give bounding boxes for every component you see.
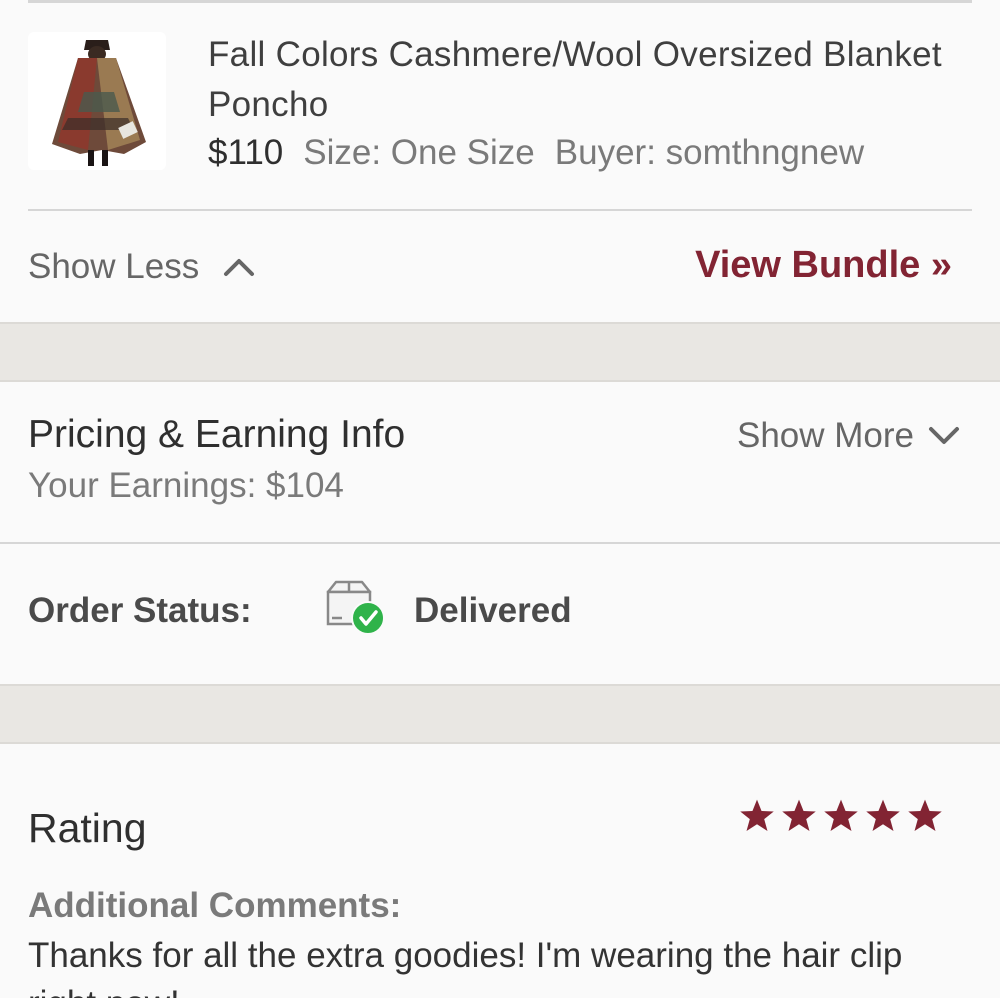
section-separator <box>0 322 1000 382</box>
item-thumbnail[interactable] <box>28 32 166 170</box>
show-more-label: Show More <box>736 416 914 455</box>
pricing-section-title: Pricing & Earning Info <box>28 413 406 456</box>
additional-comments-text: Thanks for all the extra goodies! I'm we… <box>28 936 903 998</box>
item-size: Size: One Size <box>303 133 535 172</box>
pricing-show-more-button[interactable]: Show More <box>737 410 960 462</box>
item-buyer: Buyer: somthngnew <box>554 133 865 172</box>
star-icon <box>908 799 942 832</box>
additional-comments-label: Additional Comments: <box>28 886 402 925</box>
item-price: $110 <box>208 133 284 172</box>
star-icon <box>824 799 858 832</box>
rating-label: Rating <box>28 805 147 851</box>
star-icon <box>866 799 900 832</box>
view-bundle-link[interactable]: View Bundle » <box>695 238 952 292</box>
star-icon <box>782 799 816 832</box>
section-separator <box>0 684 1000 744</box>
poncho-product-photo <box>28 32 166 170</box>
order-status-value: Delivered <box>414 591 572 630</box>
divider <box>0 542 1000 544</box>
bundle-item[interactable]: Fall Colors Cashmere/Wool Oversized Blan… <box>0 0 1000 210</box>
order-details-page: Fall Colors Cashmere/Wool Oversized Blan… <box>0 0 1000 998</box>
chevron-up-icon <box>224 259 255 276</box>
star-icon <box>740 799 774 832</box>
your-earnings: Your Earnings: $104 <box>28 466 344 505</box>
package-delivered-icon <box>326 580 385 635</box>
order-status-label: Order Status: <box>28 591 252 630</box>
item-title[interactable]: Fall Colors Cashmere/Wool Oversized Blan… <box>208 30 968 130</box>
chevron-down-icon <box>929 427 959 444</box>
rating-stars <box>738 798 944 834</box>
show-less-button[interactable]: Show Less <box>28 242 255 292</box>
divider <box>28 209 972 211</box>
item-meta: $110 Size: One Size Buyer: somthngnew <box>208 130 988 176</box>
show-less-label: Show Less <box>28 247 200 286</box>
